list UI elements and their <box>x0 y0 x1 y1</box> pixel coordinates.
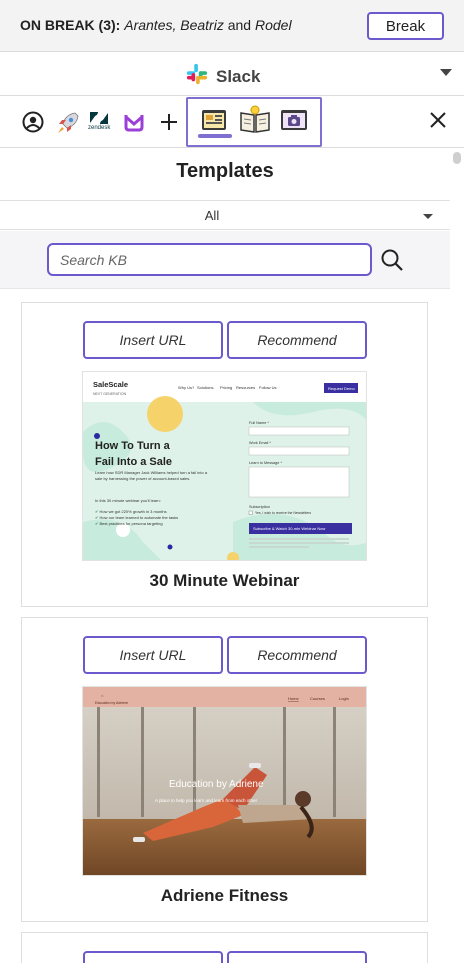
app-selector[interactable]: Slack <box>0 53 464 96</box>
break-status-label: ON BREAK (3): <box>20 17 121 33</box>
preview-field-3-label: Learn to Message * <box>249 461 282 465</box>
svg-text:✔ How our team learned to auto: ✔ How our team learned to automate the t… <box>95 515 178 520</box>
filter-value: All <box>204 208 220 223</box>
svg-text:✔ How we got 220% growth in 3: ✔ How we got 220% growth in 3 months <box>95 509 167 514</box>
recommend-button[interactable]: Recommend <box>227 636 367 674</box>
preview-cta: Request Demo <box>328 386 355 391</box>
plus-icon[interactable] <box>159 112 179 132</box>
preview-overlay-sub: A place to help you learn and learn from… <box>155 798 258 803</box>
zendesk-icon[interactable]: zendesk <box>88 111 110 131</box>
preview-brand: SaleScale <box>93 380 128 389</box>
scrollbar-thumb[interactable] <box>453 152 461 164</box>
break-status-bar: ON BREAK (3): Arantes, Beatriz and Rodel… <box>0 0 464 52</box>
active-tab-indicator <box>198 134 232 138</box>
slack-logo-icon <box>186 63 208 90</box>
templates-icon[interactable] <box>201 109 227 131</box>
user-circle-icon[interactable] <box>22 111 44 133</box>
insert-url-button[interactable]: Insert URL <box>83 636 223 674</box>
uber-style-u-icon[interactable] <box>123 111 145 133</box>
template-preview-image[interactable]: ⌂ Education by Adriene Home Courses Logi… <box>82 686 367 876</box>
search-icon[interactable] <box>380 248 404 272</box>
preview-body: Learn how SDR Manager Jack Williams help… <box>95 470 208 481</box>
template-card <box>21 932 428 963</box>
zendesk-label: zendesk <box>88 125 111 131</box>
template-card: Insert URL Recommend SaleScale NEXT GENE… <box>21 302 428 607</box>
preview-nav-3: Pricing <box>220 385 232 390</box>
app-selector-current[interactable]: Slack <box>186 63 260 90</box>
insert-url-button[interactable] <box>83 951 223 963</box>
preview-bullet-2: How our team learned to automate the tas… <box>99 515 178 520</box>
app-name: Slack <box>216 66 261 86</box>
preview-bullet-1: How we got 220% growth in 3 months <box>99 509 166 514</box>
preview-overlay-title: Education by Adriene <box>169 779 264 790</box>
template-name: Adriene Fitness <box>160 886 289 905</box>
preview-field-1-label: Full Name * <box>249 421 269 425</box>
preview-subscription-label: Subscription <box>249 505 270 509</box>
preview-bullet-3: Best practices for persona targeting <box>99 521 162 526</box>
chevron-down-icon <box>423 214 433 219</box>
preview-headline-1: How To Turn a <box>95 440 171 452</box>
preview-headline-2: Fail Into a Sale <box>95 456 172 468</box>
template-card: Insert URL Recommend ⌂ Education by Adri… <box>21 617 428 922</box>
screenshot-camera-icon[interactable] <box>280 109 308 131</box>
panel-title: Templates <box>176 160 274 182</box>
knowledge-book-icon[interactable] <box>239 105 271 133</box>
preview-subhead: In this 30 minute webinar you'll learn: <box>95 498 161 503</box>
preview-brand-sub: NEXT GENERATION <box>93 392 127 396</box>
close-icon[interactable] <box>429 111 447 129</box>
preview-submit: Subscribe & Watch 30-min Webinar Now <box>253 526 325 531</box>
svg-text:✔ Best practices for persona t: ✔ Best practices for persona targeting <box>95 521 163 526</box>
chevron-down-icon[interactable] <box>440 69 452 76</box>
break-names-last: Rodel <box>254 17 292 33</box>
preview-nav-1: Home <box>288 696 299 701</box>
rocket-icon[interactable] <box>55 110 81 136</box>
template-name: 30 Minute Webinar <box>149 571 300 590</box>
integration-toolbar: zendesk <box>0 97 464 148</box>
break-names: Arantes, Beatriz <box>124 17 224 33</box>
preview-nav-2: Solutions <box>197 385 213 390</box>
recommend-button[interactable] <box>227 951 367 963</box>
preview-brand: Education by Adriene <box>95 701 128 705</box>
preview-nav-4: Resources <box>236 385 255 390</box>
template-preview-image[interactable]: SaleScale NEXT GENERATION Why Us? Soluti… <box>82 371 367 561</box>
preview-checkbox-label: Yes, I wish to receive the Newsletters <box>255 511 311 515</box>
preview-nav-2: Courses <box>310 696 325 701</box>
recommend-button[interactable]: Recommend <box>227 321 367 359</box>
search-input[interactable] <box>47 243 372 276</box>
preview-nav-5: Follow Us <box>259 385 277 390</box>
preview-nav-1: Why Us? <box>178 385 195 390</box>
preview-field-2-label: Work Email * <box>249 441 271 445</box>
category-filter-select[interactable]: All <box>0 200 450 230</box>
break-button[interactable]: Break <box>367 12 444 40</box>
break-names-and: and <box>227 17 252 33</box>
search-row <box>0 231 450 289</box>
break-status-text: ON BREAK (3): Arantes, Beatriz and Rodel <box>20 17 292 33</box>
preview-nav-3: Login <box>339 696 349 701</box>
insert-url-button[interactable]: Insert URL <box>83 321 223 359</box>
